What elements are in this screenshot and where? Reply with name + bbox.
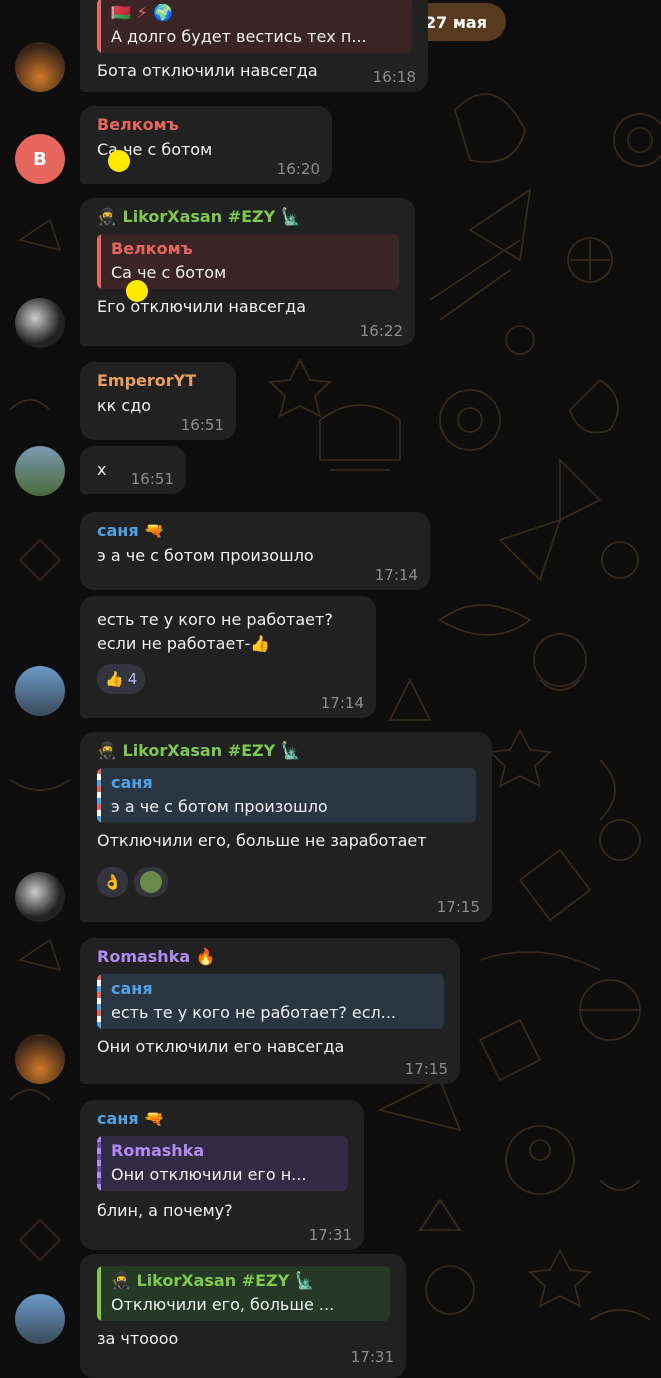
message-text: если не работает-👍 — [97, 632, 360, 656]
quote-sender: 🥷 LikorXasan #EZY 🗽 — [111, 1269, 380, 1293]
sender-name[interactable]: EmperorYT — [97, 368, 220, 394]
sender-name[interactable]: саня 🔫 — [97, 1106, 348, 1132]
gun-icon: 🔫 — [144, 1109, 165, 1128]
sender-name[interactable]: саня 🔫 — [97, 518, 414, 544]
reply-quote[interactable]: 🇧🇾 ⚡ 🌍 А долго будет вестись тех п... — [97, 0, 412, 53]
message-text: за чтоооо — [97, 1329, 179, 1348]
message-time: 17:14 — [320, 694, 364, 712]
quote-sender: саня — [111, 773, 153, 792]
message-text: кк сдо — [97, 396, 152, 415]
message-bubble[interactable]: 🥷 LikorXasan #EZY 🗽 Велкомъ Са че с бото… — [80, 198, 415, 346]
message-text: Они отключили его навсегда — [97, 1037, 345, 1056]
message-bubble[interactable]: 🥷 LikorXasan #EZY 🗽 Отключили его, больш… — [80, 1254, 406, 1378]
sender-name[interactable]: 🥷 LikorXasan #EZY 🗽 — [97, 204, 399, 230]
message-text: есть те у кого не работает? — [97, 610, 333, 629]
avatar[interactable] — [15, 666, 65, 716]
message-time: 16:51 — [180, 416, 224, 434]
message-time: 17:15 — [436, 898, 480, 916]
message-bubble[interactable]: Велкомъ Са че с ботом 16:20 — [80, 106, 332, 184]
quote-sender: Велкомъ — [111, 239, 193, 258]
message-text: блин, а почему? — [97, 1201, 233, 1220]
message-time: 17:31 — [350, 1348, 394, 1366]
reaction-avatar[interactable] — [133, 867, 168, 897]
avatar[interactable] — [15, 42, 65, 92]
message-bubble[interactable]: EmperorYT кк сдо 16:51 — [80, 362, 236, 440]
message-bubble[interactable]: Romashka 🔥 саня есть те у кого не работа… — [80, 938, 460, 1084]
quote-text: А долго будет вестись тех п... — [111, 27, 367, 46]
avatar[interactable] — [15, 446, 65, 496]
gun-icon: 🔫 — [144, 521, 165, 540]
message-text: Отключили его, больше не заработает — [97, 831, 427, 850]
thumbs-up-icon: 👍 — [105, 670, 124, 688]
censor-dot — [108, 150, 130, 172]
reply-quote[interactable]: Romashka Они отключили его н... — [97, 1136, 348, 1191]
message-text: Бота отключили навсегда — [97, 61, 318, 80]
statue-icon: 🗽 — [280, 207, 301, 226]
message-time: 16:18 — [372, 68, 416, 86]
message-time: 16:51 — [130, 470, 174, 488]
message-bubble[interactable]: саня 🔫 Romashka Они отключили его н... б… — [80, 1100, 364, 1250]
ninja-icon: 🥷 — [111, 1271, 131, 1290]
reply-quote[interactable]: саня есть те у кого не работает? есл... — [97, 974, 444, 1029]
quote-sender-icons: 🇧🇾 ⚡ 🌍 — [111, 3, 174, 22]
message-bubble[interactable]: 🇧🇾 ⚡ 🌍 А долго будет вестись тех п... Бо… — [80, 0, 428, 92]
reactor-avatar — [139, 871, 162, 893]
censor-dot — [126, 280, 148, 302]
ninja-icon: 🥷 — [97, 741, 117, 760]
quote-sender: Romashka — [111, 1141, 205, 1160]
ninja-icon: 🥷 — [97, 207, 117, 226]
avatar[interactable] — [15, 1294, 65, 1344]
avatar[interactable] — [15, 872, 65, 922]
message-time: 17:15 — [404, 1060, 448, 1078]
statue-icon: 🗽 — [294, 1271, 315, 1290]
reply-quote[interactable]: 🥷 LikorXasan #EZY 🗽 Отключили его, больш… — [97, 1266, 390, 1321]
reaction-thumbs-up[interactable]: 👍 4 — [97, 664, 146, 694]
quote-text: э а че с ботом произошло — [111, 797, 328, 816]
reaction-count: 4 — [127, 670, 138, 688]
avatar-letter: В — [33, 148, 47, 170]
message-text: э а че с ботом произошло — [97, 546, 314, 565]
message-bubble[interactable]: 🥷 LikorXasan #EZY 🗽 саня э а че с ботом … — [80, 732, 492, 922]
sender-name[interactable]: Велкомъ — [97, 112, 316, 138]
quote-text: Са че с ботом — [111, 263, 227, 282]
quote-sender: саня — [111, 979, 153, 998]
avatar[interactable]: В — [15, 134, 65, 184]
message-time: 16:22 — [359, 322, 403, 340]
message-bubble[interactable]: х 16:51 — [80, 446, 186, 494]
avatar[interactable] — [15, 1034, 65, 1084]
sender-name[interactable]: 🥷 LikorXasan #EZY 🗽 — [97, 738, 476, 764]
quote-text: есть те у кого не работает? есл... — [111, 1003, 397, 1022]
reply-quote[interactable]: саня э а че с ботом произошло — [97, 768, 476, 823]
message-time: 17:14 — [374, 566, 418, 584]
avatar[interactable] — [15, 298, 65, 348]
ok-hand-icon: 👌 — [103, 873, 122, 891]
thumbs-up-icon: 👍 — [250, 634, 271, 653]
statue-icon: 🗽 — [280, 741, 301, 760]
fire-icon: 🔥 — [195, 947, 216, 966]
message-time: 16:20 — [276, 160, 320, 178]
message-bubble[interactable]: саня 🔫 э а че с ботом произошло 17:14 — [80, 512, 430, 590]
sender-name[interactable]: Romashka 🔥 — [97, 944, 444, 970]
quote-text: Отключили его, больше ... — [111, 1295, 335, 1314]
message-time: 17:31 — [308, 1226, 352, 1244]
message-bubble[interactable]: есть те у кого не работает? если не рабо… — [80, 596, 376, 718]
reaction-ok-hand[interactable]: 👌 — [97, 867, 128, 897]
quote-text: Они отключили его н... — [111, 1165, 307, 1184]
